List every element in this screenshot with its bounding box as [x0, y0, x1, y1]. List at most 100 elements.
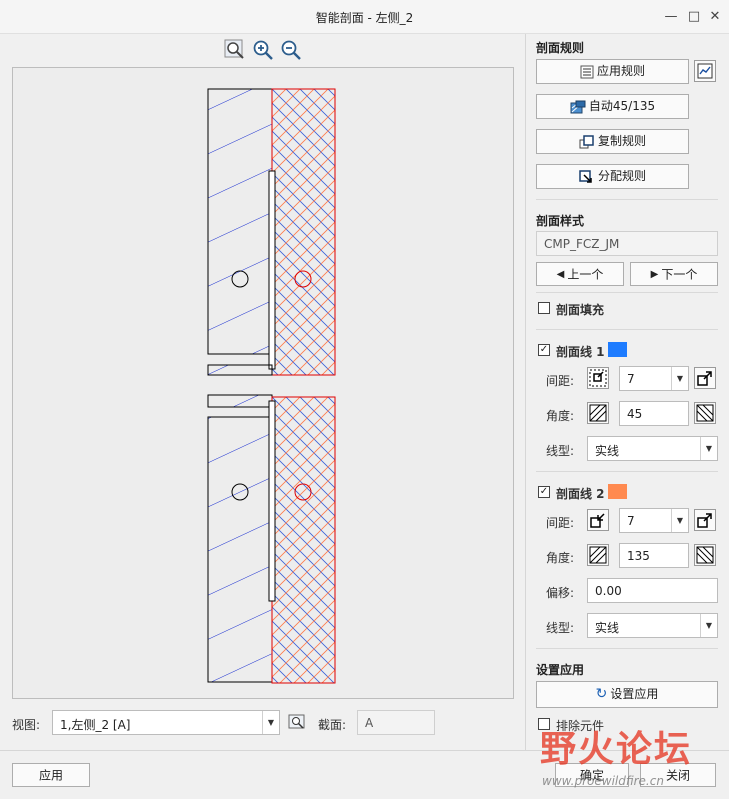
hatch-45-icon [589, 404, 607, 422]
chevron-down-icon: ▼ [700, 614, 717, 637]
hatch2-linetype-label: 线型: [546, 621, 575, 635]
hatch2-checkbox[interactable]: ✓ [538, 486, 550, 498]
hatch1-label: 剖面线 1 [556, 345, 605, 359]
hatch1-angle-45-button[interactable] [587, 402, 609, 424]
chart-icon [697, 63, 713, 79]
hatch2-offset-value: 0.00 [595, 584, 622, 598]
hatch2-angle-45-button[interactable] [587, 544, 609, 566]
hatch2-angle-135-button[interactable] [694, 544, 716, 566]
copy-rule-button[interactable]: 复制规则 [536, 129, 689, 154]
hatch2-offset-field[interactable]: 0.00 [587, 578, 718, 603]
view-select[interactable]: 1,左侧_2 [A] ▼ [52, 710, 280, 735]
hatch1-checkbox[interactable]: ✓ [538, 344, 550, 356]
apply-settings-button[interactable]: ↻ 设置应用 [536, 681, 718, 708]
hatch2-color-swatch[interactable] [608, 484, 627, 499]
style-title: 剖面样式 [536, 214, 585, 228]
hatch1-decrease-spacing-button[interactable] [587, 367, 609, 389]
lower-strip [268, 400, 276, 602]
section-preview-canvas[interactable] [12, 67, 514, 699]
hatch-45-icon [589, 546, 607, 564]
forum-watermark: 野火论坛 www.proewildfire.cn [540, 712, 729, 799]
auto-hatch-icon [570, 100, 586, 113]
window-title: 智能剖面 - 左侧_2 [315, 11, 414, 25]
auto-45-135-button[interactable]: 自动45/135 [536, 94, 689, 119]
hatch1-angle-label: 角度: [546, 409, 575, 423]
assign-icon [579, 169, 592, 183]
close-window-button[interactable]: ✕ [704, 6, 726, 28]
auto-45-135-label: 自动45/135 [588, 99, 656, 113]
hatch1-linetype-value: 实线 [595, 444, 620, 458]
hatch1-increase-spacing-button[interactable] [694, 367, 716, 389]
lower-lip [207, 394, 273, 408]
hatch1-angle-135-button[interactable] [694, 402, 716, 424]
style-name-field: CMP_FCZ_JM [536, 231, 718, 256]
preview-panel: 视图: 1,左侧_2 [A] ▼ 截面: A [0, 34, 525, 750]
chevron-down-icon: ▼ [671, 509, 688, 532]
assign-rule-button[interactable]: 分配规则 [536, 164, 689, 189]
lower-left-section [207, 416, 273, 683]
hatch2-spacing-select[interactable]: 7 ▼ [619, 508, 689, 533]
hatch2-angle-field[interactable]: 135 [619, 543, 689, 568]
hatch2-spacing-value: 7 [627, 514, 635, 528]
minimize-button[interactable]: — [660, 6, 682, 28]
hatch2-offset-label: 偏移: [546, 586, 575, 600]
view-row: 视图: 1,左侧_2 [A] ▼ 截面: A [0, 710, 525, 738]
view-preview-icon[interactable] [288, 713, 306, 731]
shrink-icon [589, 369, 607, 387]
view-select-value: 1,左侧_2 [A] [60, 718, 131, 732]
fill-checkbox[interactable] [538, 302, 550, 314]
hatch1-spacing-label: 间距: [546, 374, 575, 388]
hatch1-linetype-select[interactable]: 实线 ▼ [587, 436, 718, 461]
apply-settings-label: 设置应用 [610, 687, 659, 701]
hatch2-angle-value: 135 [627, 549, 650, 563]
chevron-down-icon: ▼ [671, 367, 688, 390]
hatch1-color-swatch[interactable] [608, 342, 627, 357]
prev-style-button[interactable]: ◀ 上一个 [536, 262, 624, 286]
next-style-button[interactable]: ▶ 下一个 [630, 262, 718, 286]
shrink-icon [590, 513, 605, 528]
apply-settings-title: 设置应用 [536, 663, 585, 677]
upper-strip [268, 170, 276, 370]
hatch2-linetype-select[interactable]: 实线 ▼ [587, 613, 718, 638]
upper-right-section [271, 88, 336, 376]
zoom-in-icon[interactable] [252, 39, 274, 61]
rule-settings-button[interactable] [694, 60, 716, 82]
title-bar: 智能剖面 - 左侧_2 — □ ✕ [0, 0, 729, 34]
hatch1-angle-field[interactable]: 45 [619, 401, 689, 426]
section-field: A [357, 710, 435, 735]
hatch2-spacing-label: 间距: [546, 516, 575, 530]
hatch1-angle-value: 45 [627, 407, 643, 421]
hatch2-decrease-spacing-button[interactable] [587, 509, 609, 531]
view-label: 视图: [12, 718, 41, 732]
hatch1-spacing-select[interactable]: 7 ▼ [619, 366, 689, 391]
watermark-url: www.proewildfire.cn [542, 774, 664, 788]
settings-panel: 剖面规则 应用规则 自动45/135 复制规则 分配规则 剖面样式 CMP_FC… [525, 34, 729, 750]
prev-style-label: 上一个 [567, 267, 604, 282]
expand-icon [697, 371, 712, 386]
hatch2-angle-label: 角度: [546, 551, 575, 565]
section-label: 截面: [318, 718, 347, 732]
zoom-out-icon[interactable] [280, 39, 302, 61]
arrow-left-icon: ◀ [556, 268, 565, 280]
zoom-fit-icon[interactable] [224, 39, 246, 61]
expand-icon [697, 513, 712, 528]
arrow-right-icon: ▶ [650, 268, 659, 280]
hatch2-linetype-value: 实线 [595, 621, 620, 635]
maximize-button[interactable]: □ [683, 6, 705, 28]
section-field-value: A [365, 716, 374, 730]
copy-rule-label: 复制规则 [597, 134, 646, 148]
separator [536, 471, 718, 472]
apply-button[interactable]: 应用 [12, 763, 90, 787]
upper-lip [207, 364, 273, 376]
hatch1-linetype-label: 线型: [546, 444, 575, 458]
separator [536, 329, 718, 330]
upper-left-section [207, 88, 273, 355]
apply-rule-button[interactable]: 应用规则 [536, 59, 689, 84]
separator [536, 199, 718, 200]
chevron-down-icon: ▼ [262, 711, 279, 734]
hatch2-increase-spacing-button[interactable] [694, 509, 716, 531]
rules-title: 剖面规则 [536, 41, 585, 55]
checklist-icon [580, 65, 594, 78]
watermark-text: 野火论坛 [540, 729, 693, 770]
assign-rule-label: 分配规则 [597, 169, 646, 183]
